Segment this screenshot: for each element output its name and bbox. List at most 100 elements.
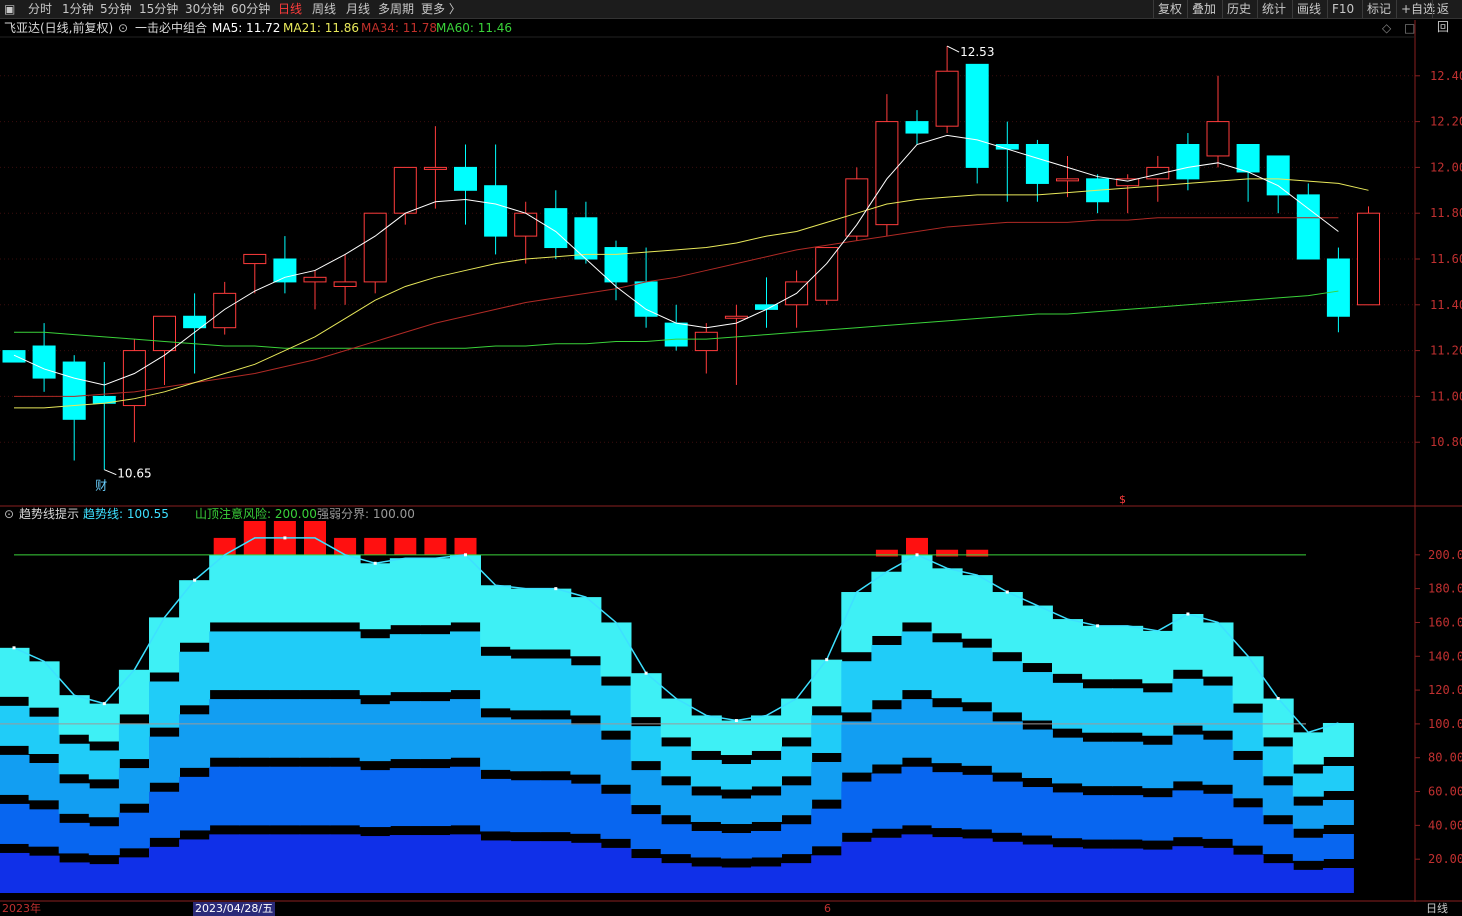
trend-band — [118, 812, 150, 849]
trend-band — [88, 750, 120, 780]
trend-band — [1082, 688, 1114, 733]
candle-body — [694, 331, 718, 352]
candle-body — [1206, 121, 1230, 157]
trend-band — [1112, 625, 1144, 680]
trend-band — [179, 776, 211, 831]
trend-band — [1292, 837, 1324, 861]
trend-band — [329, 766, 361, 826]
trend-band — [1292, 805, 1324, 829]
year-label: 2023年 — [2, 902, 41, 915]
trend-band — [1292, 732, 1324, 765]
trend-band — [1322, 833, 1354, 859]
trend-band — [299, 631, 331, 691]
trend-band — [1082, 625, 1114, 680]
candle-body — [845, 178, 869, 237]
trend-band — [811, 855, 843, 893]
trend-band — [88, 864, 120, 893]
trend-band — [811, 715, 843, 753]
trend-band — [419, 634, 451, 693]
kline-chart[interactable]: 12.40 12.20 12.00 11.80 11.60 11.40 11.20 11.00… — [0, 0, 1462, 916]
trend-band — [1262, 785, 1294, 816]
candle-body — [1176, 144, 1200, 180]
trend-band — [961, 575, 993, 639]
trend-band — [149, 736, 180, 783]
trend-band — [359, 704, 391, 762]
trend-band — [209, 554, 241, 623]
trend-band — [118, 723, 150, 760]
trend-band — [510, 658, 542, 711]
price-tick-label: 10.80 — [1430, 435, 1462, 449]
trend-band — [209, 699, 241, 758]
indicator-tick-label: 80.00 — [1428, 751, 1462, 765]
indicator-tick-label: 180.0 — [1428, 582, 1462, 596]
period-label[interactable]: 日线 — [1426, 902, 1448, 916]
trend-band — [961, 711, 993, 766]
trend-band — [0, 705, 30, 746]
price-tick-label: 11.20 — [1430, 344, 1462, 358]
trend-band — [419, 558, 451, 626]
trend-band — [660, 863, 692, 893]
trend-band — [299, 554, 331, 623]
trend-band — [660, 746, 692, 777]
trend-band — [1232, 712, 1264, 751]
candle-body — [905, 121, 929, 134]
trend-dot — [734, 719, 738, 723]
trend-band — [1021, 729, 1053, 779]
trend-band — [751, 795, 782, 822]
trend-band — [751, 866, 782, 893]
trend-band — [1082, 848, 1114, 893]
status-bar: 2023年 2023/04/28/五 6 日线 — [0, 902, 1462, 916]
trend-band — [841, 841, 873, 893]
trend-band — [450, 631, 481, 691]
trend-band — [1052, 737, 1083, 784]
trend-band — [931, 642, 963, 699]
trend-band — [1232, 656, 1264, 704]
trend-band — [1262, 698, 1294, 738]
trend-band — [28, 661, 60, 708]
indicator-tick-label: 20.00 — [1428, 852, 1462, 866]
trend-band — [28, 809, 60, 847]
candle-body — [1296, 194, 1320, 260]
trend-band — [1232, 807, 1264, 846]
trend-band — [1322, 765, 1354, 791]
indicator-tick-label: 60.00 — [1428, 785, 1462, 799]
trend-dot — [1096, 624, 1100, 628]
trend-band — [871, 644, 903, 701]
trend-band — [269, 631, 301, 691]
indicator-tick-label: 40.00 — [1428, 818, 1462, 832]
candle-body — [815, 247, 839, 301]
trend-band — [1142, 744, 1174, 789]
trend-band — [720, 833, 752, 859]
trend-band — [630, 814, 662, 850]
trend-band — [1172, 614, 1204, 670]
candle-body — [333, 281, 357, 287]
candle-body — [153, 315, 176, 352]
trend-band — [179, 714, 211, 768]
indicator-tick-label: 200.0 — [1428, 548, 1462, 562]
trend-band — [991, 841, 1023, 893]
candle-body — [303, 276, 327, 283]
trend-band — [600, 793, 632, 839]
trend-band — [630, 858, 662, 893]
low-marker: 10.65 — [117, 467, 151, 481]
trend-band — [1021, 605, 1053, 664]
trend-band — [329, 699, 361, 758]
trend-band — [1112, 688, 1144, 733]
trend-band — [88, 826, 120, 856]
trend-band — [1262, 746, 1294, 777]
trend-band — [841, 781, 873, 833]
trend-band — [660, 785, 692, 816]
risk-block — [454, 537, 477, 555]
trend-band — [871, 837, 903, 893]
risk-block — [936, 549, 959, 557]
trend-band — [961, 838, 993, 893]
price-tick-label: 11.60 — [1430, 252, 1462, 266]
trend-dot — [1276, 697, 1280, 701]
trend-dot — [464, 553, 467, 557]
candle-body — [574, 217, 598, 260]
trend-band — [1172, 790, 1204, 838]
trend-band — [751, 715, 782, 751]
trend-band — [1142, 849, 1174, 893]
trend-band — [811, 761, 843, 800]
cursor-date: 2023/04/28/五 — [193, 902, 276, 916]
